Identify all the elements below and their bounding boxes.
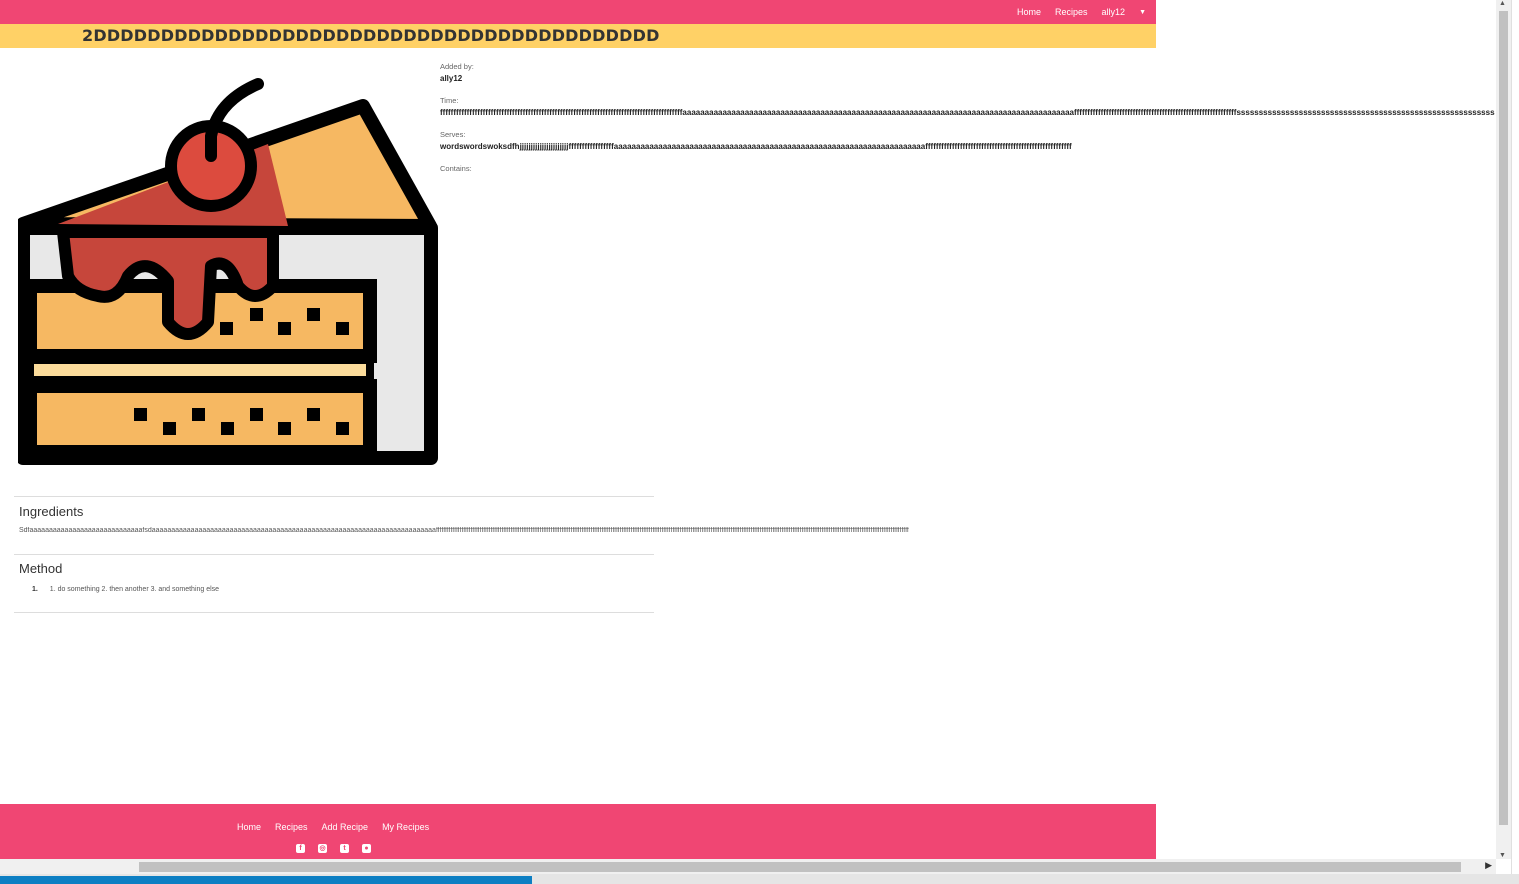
social-links: f ◎ t ● bbox=[296, 844, 371, 853]
scroll-right-icon[interactable]: ▶ bbox=[1485, 860, 1492, 871]
caret-down-icon: ▼ bbox=[1139, 8, 1146, 16]
footer-recipes-link[interactable]: Recipes bbox=[275, 822, 308, 832]
instagram-icon[interactable]: ◎ bbox=[318, 844, 327, 853]
scroll-up-icon[interactable]: ▲ bbox=[1499, 0, 1506, 7]
step-number: 1. bbox=[32, 586, 38, 593]
method-heading: Method bbox=[19, 561, 63, 576]
user-menu[interactable]: ally12 ▼ bbox=[1102, 7, 1146, 17]
nav-home-link[interactable]: Home bbox=[1017, 7, 1041, 17]
footer-my-recipes-link[interactable]: My Recipes bbox=[382, 822, 429, 832]
footer: Home Recipes Add Recipe My Recipes f ◎ t… bbox=[0, 804, 1156, 859]
github-icon[interactable]: ● bbox=[362, 844, 371, 853]
serves-value: wordswordswoksdfhjjjjjjjjjjjjjjjjjjjjjjf… bbox=[440, 142, 1072, 151]
footer-add-recipe-link[interactable]: Add Recipe bbox=[322, 822, 369, 832]
taskbar bbox=[0, 874, 1519, 884]
footer-links: Home Recipes Add Recipe My Recipes bbox=[237, 822, 429, 832]
cake-slice-image bbox=[18, 78, 438, 465]
ingredients-section: Ingredients Sdfaaaaaaaaaaaaaaaaaaaaaaaaa… bbox=[14, 496, 909, 555]
added-by-value: ally12 bbox=[440, 74, 463, 83]
title-bar: 2DDDDDDDDDDDDDDDDDDDDDDDDDDDDDDDDDDDDDDD… bbox=[0, 24, 1156, 48]
horizontal-scroll-thumb[interactable] bbox=[139, 862, 1461, 872]
recipe-title: 2DDDDDDDDDDDDDDDDDDDDDDDDDDDDDDDDDDDDDDD… bbox=[82, 26, 660, 45]
recipe-info: Added by: ally12 Time: fffffffffffffffff… bbox=[440, 62, 1495, 189]
ingredients-heading: Ingredients bbox=[19, 504, 84, 519]
facebook-icon[interactable]: f bbox=[296, 844, 305, 853]
footer-home-link[interactable]: Home bbox=[237, 822, 261, 832]
horizontal-scrollbar[interactable]: ▶ bbox=[0, 859, 1496, 874]
user-menu-label: ally12 bbox=[1101, 7, 1126, 17]
vertical-scroll-thumb[interactable] bbox=[1499, 11, 1508, 825]
added-by-label: Added by: bbox=[440, 62, 474, 71]
ingredients-text: Sdfaaaaaaaaaaaaaaaaaaaaaaaaaaaaafsdaaaaa… bbox=[19, 527, 909, 534]
nav-recipes-link[interactable]: Recipes bbox=[1055, 7, 1088, 17]
step-text: 1. do something 2. then another 3. and s… bbox=[49, 586, 220, 593]
serves-label: Serves: bbox=[440, 130, 466, 139]
twitter-icon[interactable]: t bbox=[340, 844, 349, 853]
top-navbar: Home Recipes ally12 ▼ bbox=[0, 0, 1156, 24]
time-value: ffffffffffffffffffffffffffffffffffffffff… bbox=[440, 108, 1495, 117]
method-section: Method 1. 1. do something 2. then anothe… bbox=[14, 554, 654, 613]
taskbar-active-item[interactable] bbox=[0, 876, 532, 884]
method-step: 1. 1. do something 2. then another 3. an… bbox=[32, 586, 219, 593]
contains-label: Contains: bbox=[440, 164, 472, 173]
time-label: Time: bbox=[440, 96, 459, 105]
scroll-down-icon[interactable]: ▼ bbox=[1499, 852, 1506, 859]
window-edge bbox=[1511, 0, 1519, 874]
vertical-scrollbar[interactable]: ▲ ▼ bbox=[1496, 0, 1511, 859]
